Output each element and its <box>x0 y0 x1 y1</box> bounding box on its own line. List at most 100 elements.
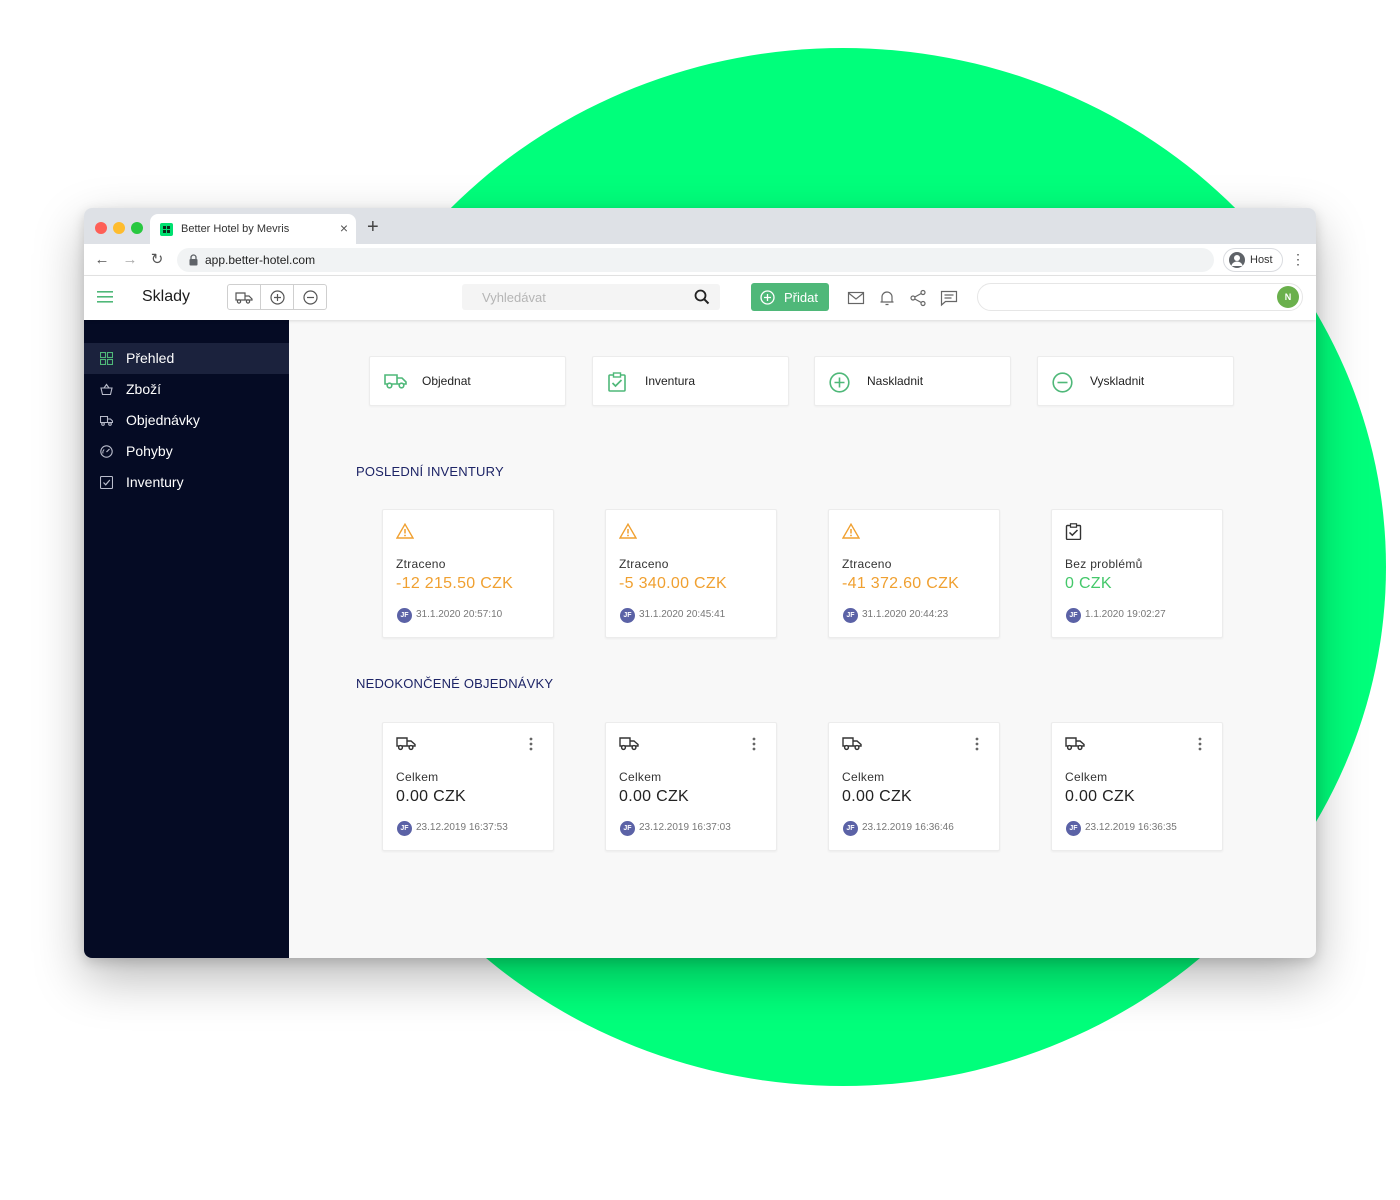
order-caption: Celkem <box>1065 770 1108 784</box>
warning-icon <box>396 523 414 539</box>
inventory-date: 31.1.2020 20:57:10 <box>416 609 503 620</box>
clipboard-check-icon <box>1065 523 1082 540</box>
author-avatar: JF <box>397 821 412 836</box>
profile-avatar-icon <box>1229 252 1245 268</box>
sidebar-item-zbozi[interactable]: Zboží <box>84 374 289 405</box>
stock-in-action-card[interactable]: Naskladnit <box>814 356 1011 406</box>
stock-out-action-card[interactable]: Vyskladnit <box>1037 356 1234 406</box>
order-card[interactable]: Celkem 0.00 CZK JF 23.12.2019 16:36:35 <box>1051 722 1223 851</box>
order-card[interactable]: Celkem 0.00 CZK JF 23.12.2019 16:37:03 <box>605 722 777 851</box>
order-value: 0.00 CZK <box>619 788 689 805</box>
sidebar-item-label: Pohyby <box>126 443 173 459</box>
forward-arrow-icon[interactable]: → <box>120 250 140 270</box>
new-tab-icon[interactable]: + <box>367 217 379 237</box>
action-card-label: Objednat <box>422 374 471 388</box>
plus-circle-icon <box>269 289 285 305</box>
inventory-card[interactable]: Ztraceno -5 340.00 CZK JF 31.1.2020 20:4… <box>605 509 777 638</box>
inventory-card[interactable]: Bez problémů 0 CZK JF 1.1.2020 19:02:27 <box>1051 509 1223 638</box>
profile-button[interactable]: Host <box>1223 248 1283 272</box>
url-text: app.better-hotel.com <box>205 253 316 267</box>
inventory-date: 31.1.2020 20:45:41 <box>639 609 726 620</box>
sidebar-item-label: Zboží <box>126 381 162 397</box>
author-avatar: JF <box>620 821 635 836</box>
back-arrow-icon[interactable]: ← <box>92 250 112 270</box>
search-icon[interactable] <box>694 289 710 305</box>
action-card-label: Inventura <box>645 374 696 388</box>
author-avatar: JF <box>843 821 858 836</box>
order-quick-button[interactable] <box>228 285 261 309</box>
user-avatar: N <box>1277 286 1299 308</box>
window-minimize-dot[interactable] <box>113 222 125 234</box>
main-content: Objednat Inventura Naskladnit Vyskladnit… <box>289 320 1316 958</box>
inventory-card[interactable]: Ztraceno -41 372.60 CZK JF 31.1.2020 20:… <box>828 509 1000 638</box>
inventory-action-card[interactable]: Inventura <box>592 356 789 406</box>
order-value: 0.00 CZK <box>1065 788 1135 805</box>
author-avatar: JF <box>1066 608 1081 623</box>
mail-icon[interactable] <box>847 289 865 307</box>
order-action-card[interactable]: Objednat <box>369 356 566 406</box>
inventory-caption: Ztraceno <box>396 557 446 571</box>
browser-tabbar: Better Hotel by Mevris × + <box>84 208 1316 244</box>
checkbox-icon <box>100 476 113 489</box>
stock-out-quick-button[interactable] <box>294 285 326 309</box>
search-input[interactable] <box>462 284 682 310</box>
warning-icon <box>842 523 860 539</box>
inventory-date: 1.1.2020 19:02:27 <box>1085 609 1166 620</box>
unfinished-orders-title: NEDOKONČENÉ OBJEDNÁVKY <box>356 676 554 691</box>
action-card-label: Vyskladnit <box>1090 374 1145 388</box>
truck-icon <box>842 737 862 751</box>
reload-icon[interactable]: ↻ <box>147 250 167 270</box>
more-options-icon[interactable] <box>529 737 533 751</box>
more-options-icon[interactable] <box>1198 737 1202 751</box>
hamburger-menu-icon[interactable] <box>97 290 113 304</box>
inventory-caption: Ztraceno <box>842 557 892 571</box>
grid-icon <box>100 352 113 365</box>
author-avatar: JF <box>1066 821 1081 836</box>
window-close-dot[interactable] <box>95 222 107 234</box>
tab-title: Better Hotel by Mevris <box>181 223 290 235</box>
sidebar-item-inventury[interactable]: Inventury <box>84 467 289 498</box>
order-card[interactable]: Celkem 0.00 CZK JF 23.12.2019 16:36:46 <box>828 722 1000 851</box>
order-date: 23.12.2019 16:37:53 <box>416 822 508 833</box>
share-icon[interactable] <box>909 289 927 307</box>
truck-icon <box>384 374 407 389</box>
sidebar-item-pohyby[interactable]: Pohyby <box>84 436 289 467</box>
chat-icon[interactable] <box>940 289 958 307</box>
truck-icon <box>235 291 253 304</box>
sidebar-item-objednavky[interactable]: Objednávky <box>84 405 289 436</box>
order-card[interactable]: Celkem 0.00 CZK JF 23.12.2019 16:37:53 <box>382 722 554 851</box>
truck-icon <box>100 415 113 426</box>
inventory-caption: Bez problémů <box>1065 557 1143 571</box>
user-menu[interactable]: N <box>977 283 1303 311</box>
browser-tab[interactable]: Better Hotel by Mevris × <box>150 214 356 244</box>
minus-circle-icon <box>302 289 318 305</box>
browser-address-bar: ← → ↻ app.better-hotel.com Host ⋮ <box>84 244 1316 276</box>
inventory-caption: Ztraceno <box>619 557 669 571</box>
order-caption: Celkem <box>842 770 885 784</box>
inventory-card[interactable]: Ztraceno -12 215.50 CZK JF 31.1.2020 20:… <box>382 509 554 638</box>
order-caption: Celkem <box>619 770 662 784</box>
clipboard-check-icon <box>608 372 626 392</box>
author-avatar: JF <box>620 608 635 623</box>
inventory-value: -5 340.00 CZK <box>619 575 727 592</box>
window-zoom-dot[interactable] <box>131 222 143 234</box>
bell-icon[interactable] <box>878 289 896 307</box>
minus-circle-icon <box>1052 372 1073 393</box>
truck-icon <box>619 737 639 751</box>
lock-icon <box>189 254 198 266</box>
inventory-date: 31.1.2020 20:44:23 <box>862 609 949 620</box>
browser-menu-icon[interactable]: ⋮ <box>1291 250 1305 270</box>
sidebar-item-prehled[interactable]: Přehled <box>84 343 289 374</box>
order-caption: Celkem <box>396 770 439 784</box>
inventory-value: -12 215.50 CZK <box>396 575 514 592</box>
url-field[interactable]: app.better-hotel.com <box>177 248 1214 272</box>
more-options-icon[interactable] <box>752 737 756 751</box>
order-date: 23.12.2019 16:36:46 <box>862 822 954 833</box>
more-options-icon[interactable] <box>975 737 979 751</box>
order-date: 23.12.2019 16:37:03 <box>639 822 731 833</box>
tab-close-icon[interactable]: × <box>340 220 348 236</box>
plus-circle-icon <box>829 372 850 393</box>
add-button[interactable]: Přidat <box>751 283 829 311</box>
plus-circle-icon <box>760 290 775 305</box>
stock-in-quick-button[interactable] <box>261 285 294 309</box>
